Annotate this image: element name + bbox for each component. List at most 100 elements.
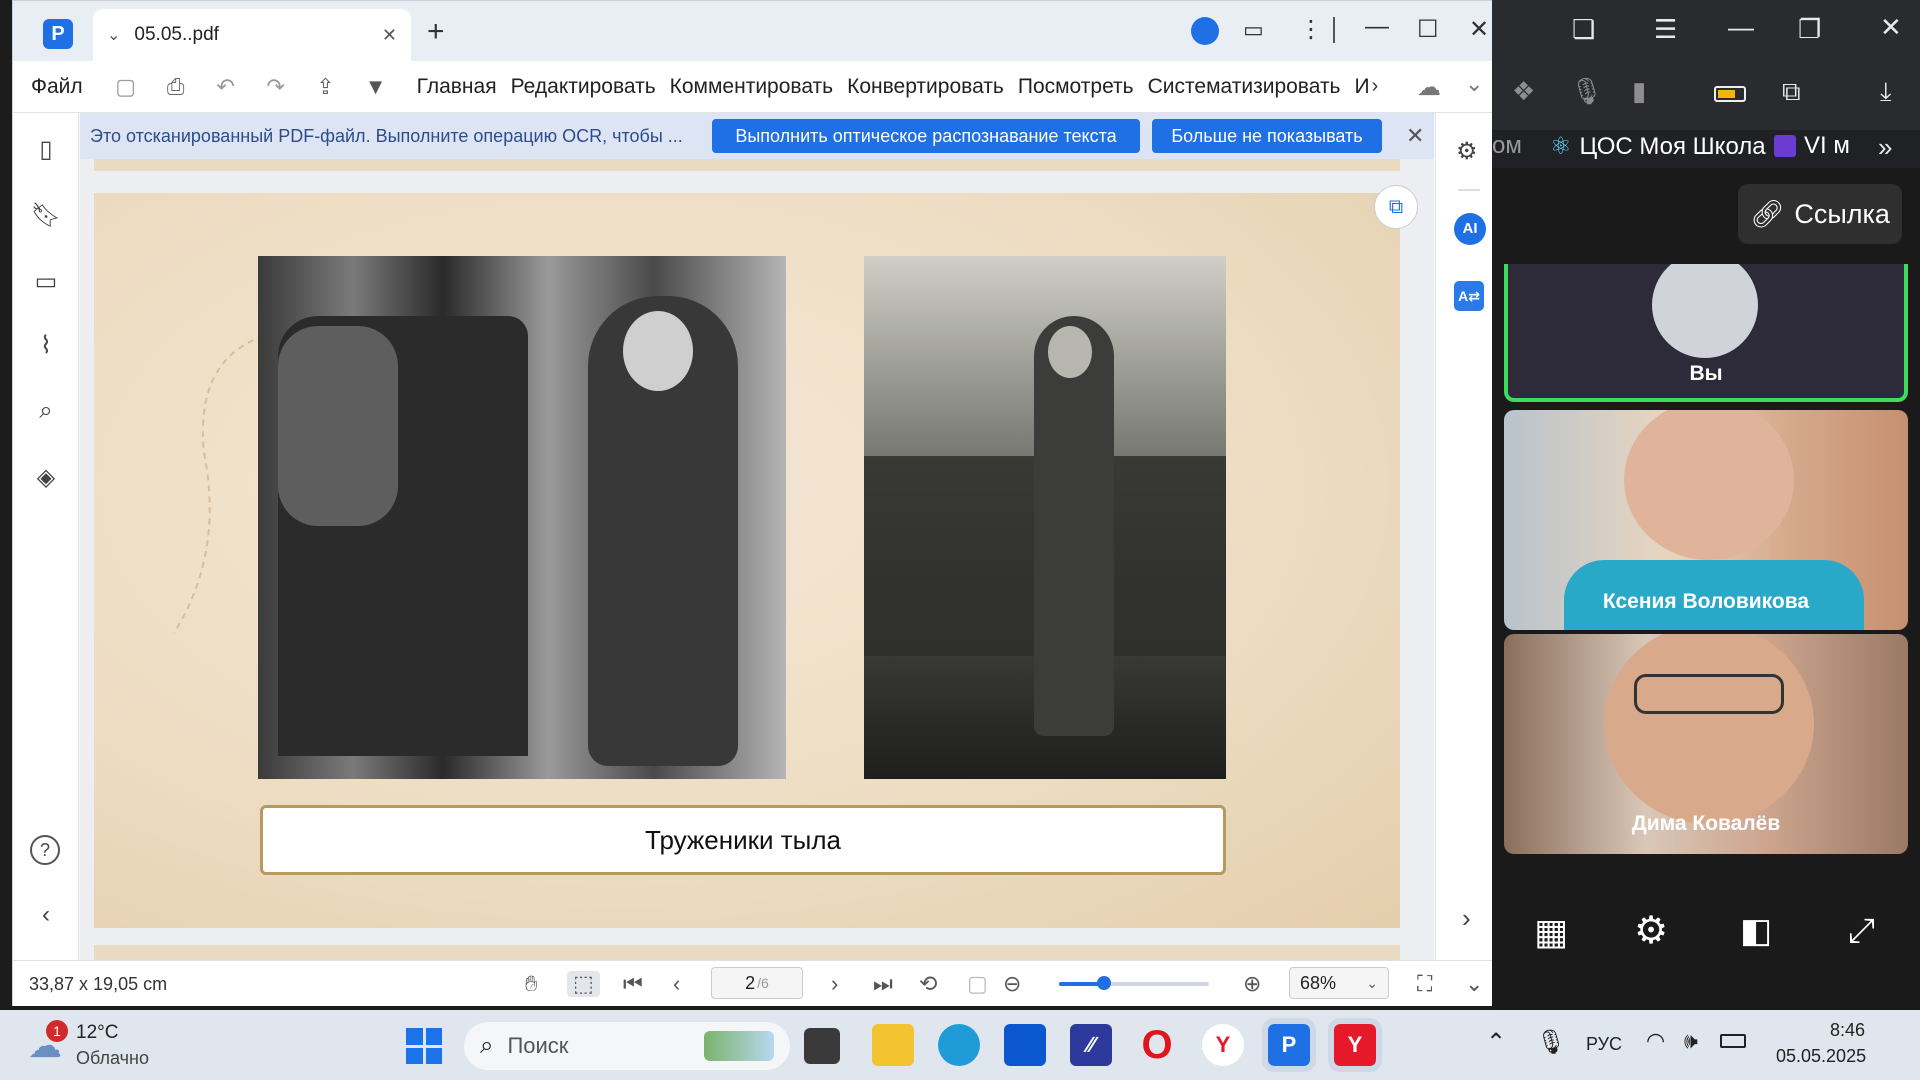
math-app-icon[interactable]: ∕∕: [1070, 1024, 1112, 1066]
start-button[interactable]: [406, 1028, 442, 1064]
cloud-upload-icon[interactable]: ☁: [1417, 73, 1441, 102]
link-button[interactable]: 🔗︎ Ссылка: [1738, 184, 1902, 244]
ai-scan-icon[interactable]: ⧉: [1374, 185, 1418, 229]
next-page-icon[interactable]: ›: [831, 971, 838, 997]
undo-icon[interactable]: ↶: [213, 74, 239, 100]
feedback-icon[interactable]: ▭: [1243, 17, 1264, 43]
more-options-icon[interactable]: ⋮: [1299, 15, 1323, 44]
zoom-in-icon[interactable]: ⊕: [1243, 971, 1261, 997]
store-icon[interactable]: [1004, 1024, 1046, 1066]
app-logo-icon[interactable]: P: [43, 19, 73, 49]
translate-icon[interactable]: A⇄: [1454, 281, 1484, 311]
bookmark-partial[interactable]: ом: [1492, 132, 1522, 160]
bookmark-vi[interactable]: VI м: [1774, 132, 1850, 160]
zoom-dropdown[interactable]: 68% ⌄: [1289, 967, 1389, 999]
extension-icon[interactable]: ❖: [1512, 78, 1535, 104]
collections-icon[interactable]: ❏: [1572, 16, 1595, 42]
downloads-icon[interactable]: ⤓: [1880, 78, 1892, 104]
new-tab-button[interactable]: +: [427, 15, 445, 49]
print-icon[interactable]: ⎙: [163, 74, 189, 100]
more-bookmarks-icon[interactable]: »: [1878, 134, 1892, 160]
redo-icon[interactable]: ↷: [263, 74, 289, 100]
comment-icon[interactable]: ▭: [30, 267, 62, 299]
help-icon[interactable]: ?: [30, 835, 60, 865]
menu-home[interactable]: Главная: [417, 75, 497, 99]
clock-date[interactable]: 05.05.2025: [1776, 1046, 1866, 1067]
menu-icon[interactable]: ☰: [1654, 16, 1677, 42]
participant-tile-ksenia[interactable]: Ксения Воловикова: [1504, 410, 1908, 630]
share-icon[interactable]: ⇪: [313, 74, 339, 100]
hand-tool-icon[interactable]: ✋︎: [525, 971, 538, 997]
rotate-icon[interactable]: ⟲: [919, 971, 937, 997]
taskbar-search[interactable]: ⌕ Поиск: [464, 1022, 790, 1070]
grid-view-icon[interactable]: ▦: [1534, 914, 1568, 950]
task-view-icon[interactable]: [804, 1028, 840, 1064]
participant-tile-dima[interactable]: Дима Ковалёв: [1504, 634, 1908, 854]
first-page-icon[interactable]: ⏮︎: [623, 971, 643, 997]
edge-icon[interactable]: [938, 1024, 980, 1066]
account-icon[interactable]: [1191, 17, 1219, 45]
menu-view[interactable]: Посмотреть: [1018, 75, 1134, 99]
previous-page-icon[interactable]: ‹: [673, 971, 680, 997]
document-tab[interactable]: ⌄ 05.05..pdf ✕: [93, 9, 411, 61]
attachment-icon[interactable]: ⌇: [30, 331, 62, 363]
close-tab-icon[interactable]: ✕: [382, 25, 397, 46]
close-banner-icon[interactable]: ✕: [1406, 123, 1424, 149]
document-viewport[interactable]: Это отсканированный PDF-файл. Выполните …: [80, 113, 1434, 960]
clock-time[interactable]: 8:46: [1830, 1020, 1865, 1041]
weather-widget[interactable]: ☁ 1 12°C Облачно: [28, 1018, 188, 1072]
ai-assistant-icon[interactable]: AI: [1454, 213, 1486, 245]
volume-icon[interactable]: 🕪︎: [1684, 1028, 1698, 1054]
file-explorer-icon[interactable]: [872, 1024, 914, 1066]
select-tool-icon[interactable]: ⬚: [567, 971, 600, 997]
zoom-out-icon[interactable]: ⊖: [1003, 971, 1021, 997]
page-number-field[interactable]: 2 /6: [711, 967, 803, 999]
menu-edit[interactable]: Редактировать: [511, 75, 656, 99]
crop-icon[interactable]: ▢: [967, 971, 988, 997]
microphone-icon[interactable]: 🎙︎: [1570, 78, 1603, 104]
maximize-icon[interactable]: ☐: [1417, 15, 1439, 44]
pdf-editor-taskbar-icon[interactable]: P: [1262, 1018, 1316, 1072]
zoom-slider-thumb[interactable]: [1097, 976, 1111, 990]
view-options-icon[interactable]: ⌄: [1465, 971, 1483, 997]
close-window-icon[interactable]: ✕: [1469, 15, 1489, 44]
dont-show-again-button[interactable]: Больше не показывать: [1152, 119, 1382, 153]
restore-icon[interactable]: ❐: [1798, 16, 1821, 42]
picture-in-picture-icon[interactable]: ◧: [1740, 914, 1772, 948]
bookmark-icon[interactable]: 🔖︎: [30, 201, 62, 233]
menu-comment[interactable]: Комментировать: [670, 75, 833, 99]
close-icon[interactable]: ✕: [1880, 14, 1902, 40]
tab-chevron-icon[interactable]: ⌄: [107, 25, 120, 45]
layers-icon[interactable]: ◈: [30, 463, 62, 495]
show-hidden-icons[interactable]: ⌃: [1486, 1028, 1506, 1057]
opera-icon[interactable]: O: [1136, 1023, 1178, 1067]
menu-more[interactable]: И: [1355, 75, 1370, 99]
collapse-right-icon[interactable]: ›: [1462, 903, 1471, 934]
settings-icon[interactable]: ⚙: [1634, 912, 1668, 950]
bookmark-cos-school[interactable]: ⚛ ЦОС Моя Школа: [1550, 132, 1766, 161]
zoom-slider[interactable]: [1059, 976, 1209, 990]
wifi-icon[interactable]: ◠: [1646, 1028, 1665, 1054]
bookmark-star-icon[interactable]: ▮: [1632, 78, 1646, 104]
properties-icon[interactable]: ⚙: [1456, 137, 1478, 166]
minimize-icon[interactable]: —: [1728, 14, 1754, 40]
quick-access-dropdown-icon[interactable]: ▼: [363, 74, 389, 100]
fullscreen-icon[interactable]: ⤢: [1848, 914, 1875, 948]
ocr-button[interactable]: Выполнить оптическое распознавание текст…: [712, 119, 1140, 153]
yandex-browser-icon[interactable]: Y: [1328, 1018, 1382, 1072]
menu-convert[interactable]: Конвертировать: [847, 75, 1004, 99]
microphone-tray-icon[interactable]: 🎙︎: [1536, 1028, 1566, 1057]
battery-tray-icon[interactable]: [1720, 1034, 1746, 1048]
fit-page-icon[interactable]: ⛶: [1417, 971, 1432, 997]
menu-file[interactable]: Файл: [31, 75, 83, 99]
language-indicator[interactable]: РУС: [1586, 1034, 1622, 1055]
collapse-left-icon[interactable]: ‹: [30, 901, 62, 933]
menu-scroll-right-icon[interactable]: ›: [1372, 75, 1379, 98]
screenshot-icon[interactable]: ⧉: [1782, 78, 1801, 104]
menu-organize[interactable]: Систематизировать: [1148, 75, 1341, 99]
collapse-ribbon-icon[interactable]: ⌄: [1465, 71, 1483, 97]
minimize-icon[interactable]: —: [1365, 13, 1389, 41]
yandex-icon[interactable]: Y: [1202, 1024, 1244, 1066]
page-thumbnail-icon[interactable]: ▯: [30, 135, 62, 167]
save-icon[interactable]: ▢: [113, 74, 139, 100]
